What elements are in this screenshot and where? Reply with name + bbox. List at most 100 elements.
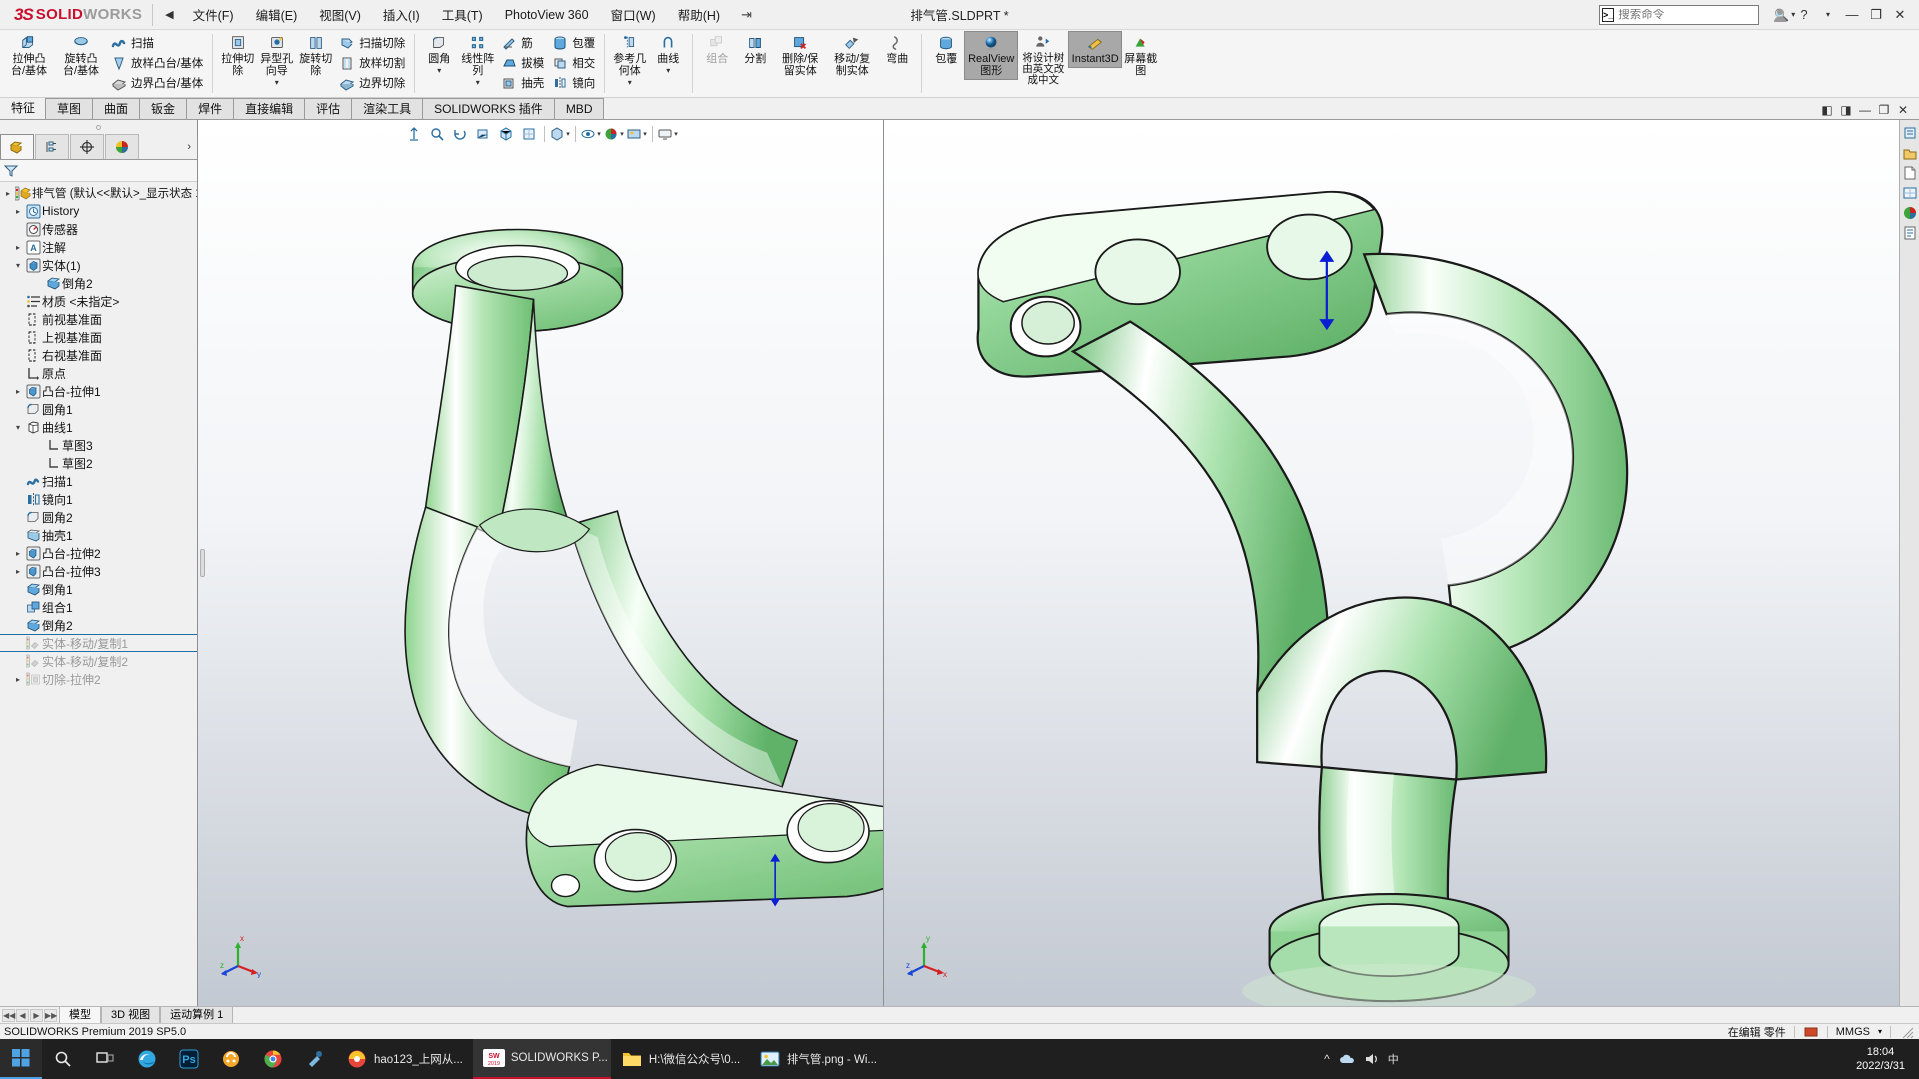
tree-node-move-copy2[interactable]: 实体-移动/复制2 xyxy=(0,652,197,670)
tree-node-history[interactable]: ▸ History xyxy=(0,202,197,220)
ribbon-move-copy-body[interactable]: 移动/复 制实体 xyxy=(826,32,878,79)
ribbon-mirror[interactable]: 镜向 xyxy=(548,73,599,93)
tray-volume-icon[interactable] xyxy=(1364,1052,1379,1066)
taskbar-sogou[interactable] xyxy=(210,1039,252,1079)
view-palette-icon[interactable] xyxy=(1901,184,1918,201)
ribbon-extruded-cut[interactable]: 拉伸切 除 xyxy=(218,32,257,79)
expand-arrow-icon[interactable]: ▸ xyxy=(12,675,24,684)
linear-pattern-caret-icon[interactable]: ▾ xyxy=(476,78,480,87)
tree-node-chamfer2-body[interactable]: 倒角2 xyxy=(0,274,197,292)
ribbon-boundary-boss[interactable]: 边界凸台/基体 xyxy=(107,73,207,93)
tray-cloud-icon[interactable] xyxy=(1339,1052,1355,1066)
taskbar-edge[interactable] xyxy=(126,1039,168,1079)
tab-sw-addins[interactable]: SOLIDWORKS 插件 xyxy=(422,98,555,119)
tree-node-shell1[interactable]: 抽壳1 xyxy=(0,526,197,544)
help-dropdown-icon[interactable]: ▾ xyxy=(1817,4,1839,26)
tree-filter-input[interactable] xyxy=(19,164,194,177)
tree-node-chamfer2[interactable]: 倒角2 xyxy=(0,616,197,634)
taskbar-clock[interactable]: 18:04 2022/3/31 xyxy=(1842,1045,1919,1073)
tree-node-sweep1[interactable]: 扫描1 xyxy=(0,472,197,490)
ribbon-tree-english-to-chinese[interactable]: 将设计树 由英文改 成中文 xyxy=(1017,32,1069,88)
ribbon-fillet[interactable]: 圆角 ▾ xyxy=(420,32,458,77)
ribbon-intersect[interactable]: 相交 xyxy=(548,53,599,73)
ribbon-revolved-cut[interactable]: 旋转切 除 xyxy=(296,32,335,79)
bottom-tab-motion-study[interactable]: 运动算例 1 xyxy=(160,1006,234,1024)
tree-node-right-plane[interactable]: 右视基准面 xyxy=(0,346,197,364)
ribbon-wrap2[interactable]: 包覆 xyxy=(927,32,965,67)
ribbon-extruded-boss-base[interactable]: 拉伸凸 台/基体 xyxy=(3,32,55,79)
tree-node-curve1[interactable]: ▾ 曲线1 xyxy=(0,418,197,436)
zoom-to-area-icon[interactable] xyxy=(426,124,448,144)
taskbar-explorer[interactable]: H:\微信公众号\0... xyxy=(611,1039,749,1079)
sw-resources-icon[interactable] xyxy=(1901,124,1918,141)
search-command-box[interactable]: >_ 🔍 ▾ xyxy=(1599,4,1795,25)
expand-arrow-icon[interactable]: ▸ xyxy=(12,207,24,216)
nav-next-icon[interactable]: ▶ xyxy=(30,1008,43,1022)
ribbon-lofted-boss[interactable]: 放样凸台/基体 xyxy=(107,53,207,73)
nav-prev-icon[interactable]: ◀ xyxy=(16,1008,29,1022)
ribbon-hole-wizard[interactable]: 异型孔 向导 ▾ xyxy=(257,32,296,89)
viewport-left[interactable]: ▾ ▾ ▾ ▾ ▾ x z y xyxy=(198,120,884,1006)
tree-node-fillet2[interactable]: 圆角2 xyxy=(0,508,197,526)
tile-left-icon[interactable]: ◧ xyxy=(1819,103,1835,117)
menu-window[interactable]: 窗口(W) xyxy=(600,1,667,28)
display-manager-tab[interactable] xyxy=(105,134,139,159)
expand-arrow-icon[interactable]: ▸ xyxy=(12,549,24,558)
configuration-manager-tab[interactable] xyxy=(70,134,104,159)
ribbon-split[interactable]: 分割 xyxy=(736,32,774,67)
model-3d-right[interactable] xyxy=(884,120,1919,1006)
curves-caret-icon[interactable]: ▾ xyxy=(666,66,670,75)
ribbon-realview-graphics[interactable]: RealView 图形 xyxy=(964,31,1019,80)
menu-file[interactable]: 文件(F) xyxy=(182,1,245,28)
ribbon-boundary-cut[interactable]: 边界切除 xyxy=(335,73,409,93)
expand-arrow-icon[interactable]: ▸ xyxy=(12,243,24,252)
ribbon-shell[interactable]: 抽壳 xyxy=(497,73,548,93)
ribbon-lofted-cut[interactable]: 放样切割 xyxy=(335,53,409,73)
expand-arrow-icon[interactable]: ▸ xyxy=(12,567,24,576)
tree-node-material[interactable]: 材质 <未指定> xyxy=(0,292,197,310)
tree-node-combine1[interactable]: 组合1 xyxy=(0,598,197,616)
bottom-tab-model[interactable]: 模型 xyxy=(59,1006,101,1024)
tab-features[interactable]: 特征 xyxy=(0,98,46,119)
tree-node-chamfer1[interactable]: 倒角1 xyxy=(0,580,197,598)
fillet-caret-icon[interactable]: ▾ xyxy=(437,66,441,75)
zoom-to-fit-icon[interactable] xyxy=(403,124,425,144)
tree-node-solid-bodies[interactable]: ▾ 实体(1) xyxy=(0,256,197,274)
bottom-tab-3d-views[interactable]: 3D 视图 xyxy=(101,1006,161,1024)
tab-direct-editing[interactable]: 直接编辑 xyxy=(233,98,306,119)
tree-node-sketch2[interactable]: 草图2 xyxy=(0,454,197,472)
menu-help[interactable]: 帮助(H) xyxy=(667,1,731,28)
ribbon-combine[interactable]: 组合 xyxy=(698,32,736,67)
tab-render-tools[interactable]: 渲染工具 xyxy=(351,98,424,119)
doc-close-icon[interactable]: ✕ xyxy=(1895,103,1911,117)
tree-node-boss-extrude2[interactable]: ▸ 凸台-拉伸2 xyxy=(0,544,197,562)
tree-node-origin[interactable]: 原点 xyxy=(0,364,197,382)
viewport-collapse-handle[interactable] xyxy=(200,549,205,577)
ribbon-swept-cut[interactable]: 扫描切除 xyxy=(335,33,409,53)
menu-tools[interactable]: 工具(T) xyxy=(431,1,494,28)
hole-wizard-caret-icon[interactable]: ▾ xyxy=(275,78,279,87)
tree-filter-bar[interactable] xyxy=(0,160,197,182)
tree-node-sketch3[interactable]: 草图3 xyxy=(0,436,197,454)
ribbon-revolved-boss-base[interactable]: 旋转凸 台/基体 xyxy=(55,32,107,79)
taskbar-tool[interactable] xyxy=(294,1039,336,1079)
design-library-icon[interactable] xyxy=(1901,144,1918,161)
apply-scene-icon[interactable]: ▾ xyxy=(626,124,648,144)
tab-mbd[interactable]: MBD xyxy=(553,98,605,119)
feature-manager-tab[interactable] xyxy=(0,134,34,159)
tray-expand-icon[interactable]: ^ xyxy=(1324,1052,1330,1066)
taskbar-solidworks[interactable]: SW 2019 SOLIDWORKS P... xyxy=(472,1039,611,1079)
status-sync-icon[interactable] xyxy=(1803,1024,1819,1040)
expand-arrow-icon[interactable]: ▸ xyxy=(12,387,24,396)
file-explorer-icon[interactable] xyxy=(1901,164,1918,181)
tile-right-icon[interactable]: ◨ xyxy=(1838,103,1854,117)
tab-sketch[interactable]: 草图 xyxy=(45,98,94,119)
taskbar-search[interactable] xyxy=(42,1039,84,1079)
ribbon-swept-boss[interactable]: 扫描 xyxy=(107,33,207,53)
taskbar-taskview[interactable] xyxy=(84,1039,126,1079)
ribbon-instant3d[interactable]: Instant3D xyxy=(1068,31,1123,68)
edit-appearance-icon[interactable]: ▾ xyxy=(603,124,625,144)
minimize-button[interactable]: — xyxy=(1841,4,1863,26)
pin-icon[interactable]: ⇥ xyxy=(731,7,762,23)
menu-collapse-arrow[interactable]: ◀ xyxy=(157,8,181,21)
